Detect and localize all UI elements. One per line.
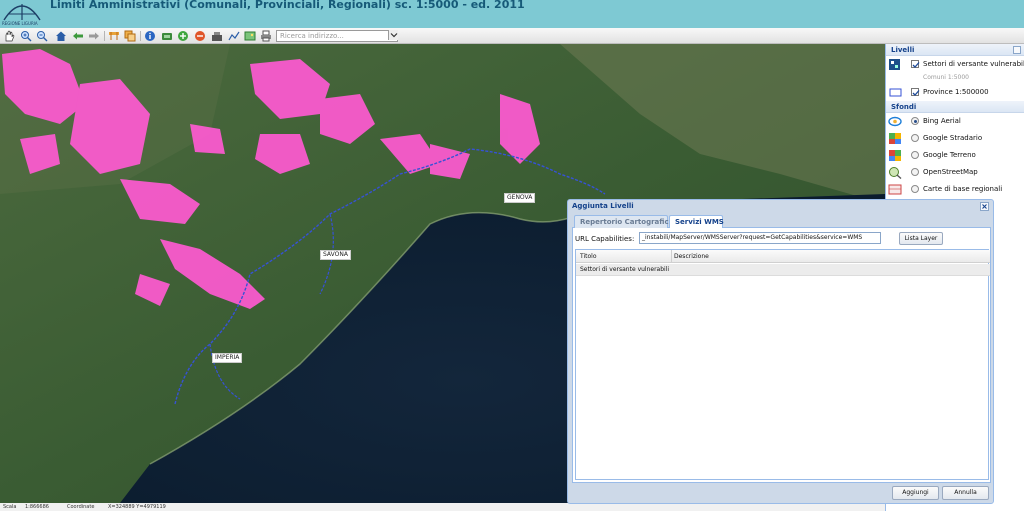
app-header: REGIONE LIGURIA Limiti Amministrativi (C… [0, 0, 1024, 28]
table-row[interactable]: Settori di versante vulnerabili [576, 264, 990, 276]
google-maps-icon [888, 132, 902, 145]
measure-icon[interactable] [108, 30, 120, 42]
back-arrow-icon[interactable] [72, 30, 84, 42]
pan-hand-icon[interactable] [3, 30, 15, 42]
layer-item-disabled: Comuni 1:5000 [886, 73, 1024, 84]
cancel-button[interactable]: Annulla [942, 486, 989, 500]
layer-label: Province 1:500000 [923, 88, 989, 96]
polygon-layer-icon [888, 86, 902, 99]
city-label-imperia: IMPERIA [212, 353, 243, 363]
add-layers-dialog: Aggiunta Livelli Repertorio Cartografico… [567, 199, 994, 504]
regione-liguria-logo: REGIONE LIGURIA [0, 0, 44, 28]
tab-repertorio-cartografico[interactable]: Repertorio Cartografico [574, 215, 673, 228]
scale-value: 1:866686 [25, 504, 49, 510]
background-label: Google Terreno [923, 151, 976, 159]
dialog-title: Aggiunta Livelli [572, 202, 634, 210]
forward-arrow-icon[interactable] [88, 30, 100, 42]
background-item[interactable]: Bing Aerial [886, 113, 1024, 130]
background-label: Bing Aerial [923, 117, 961, 125]
zoom-out-icon[interactable] [36, 30, 48, 42]
background-radio[interactable] [911, 134, 919, 142]
toolbar-separator [104, 31, 105, 41]
url-capabilities-input[interactable]: _instabili/MapServer/WMSServer?request=G… [639, 232, 881, 244]
grid-header: Titolo Descrizione [576, 250, 990, 263]
graph-icon[interactable] [228, 30, 240, 42]
logo-caption: REGIONE LIGURIA [2, 21, 38, 26]
list-layers-button[interactable]: Lista Layer [899, 232, 943, 245]
layers-icon[interactable] [124, 30, 136, 42]
image-icon[interactable] [244, 30, 256, 42]
layer-item[interactable]: Province 1:500000 [886, 84, 1024, 101]
layer-checkbox[interactable] [911, 60, 920, 68]
background-label: OpenStreetMap [923, 168, 978, 176]
url-capabilities-label: URL Capabilities: [575, 235, 635, 243]
background-label: Google Stradario [923, 134, 983, 142]
background-radio[interactable] [911, 151, 919, 159]
page-title: Limiti Amministrativi (Comunali, Provinc… [50, 0, 525, 11]
backgrounds-header: Sfondi [886, 101, 1024, 113]
background-radio[interactable] [911, 117, 919, 125]
layer-checkbox[interactable] [911, 88, 920, 96]
layers-header: Livelli [886, 44, 1024, 56]
layer-item[interactable]: Settori di versante vulnerabili [886, 56, 1024, 73]
city-label-genova: GENOVA [504, 193, 536, 203]
backgrounds-title: Sfondi [891, 103, 917, 111]
close-icon[interactable] [980, 202, 989, 211]
bing-icon [888, 115, 902, 128]
tab-servizi-wms[interactable]: Servizi WMS [669, 215, 724, 229]
print-preview-icon[interactable] [161, 30, 173, 42]
home-icon[interactable] [55, 30, 67, 42]
printer-icon[interactable] [260, 30, 272, 42]
map-toolbar: Ricerca indirizzo... [0, 28, 1024, 44]
dialog-tabs: Repertorio Cartografico Servizi WMS [572, 213, 991, 229]
background-item[interactable]: Google Stradario [886, 130, 1024, 147]
city-label-savona: SAVONA [320, 250, 351, 260]
background-item[interactable]: OpenStreetMap [886, 164, 1024, 181]
regional-map-icon [888, 183, 902, 196]
osm-icon [888, 166, 902, 179]
tools-icon[interactable] [211, 30, 223, 42]
google-terrain-icon [888, 149, 902, 162]
info-icon[interactable] [144, 30, 156, 42]
wms-tab-panel: URL Capabilities: _instabili/MapServer/W… [572, 228, 991, 483]
collapse-icon[interactable] [1013, 46, 1021, 54]
chevron-down-icon[interactable] [388, 30, 398, 40]
background-item[interactable]: Google Terreno [886, 147, 1024, 164]
background-label: Carte di base regionali [923, 185, 1003, 193]
zoom-in-icon[interactable] [20, 30, 32, 42]
column-header-titolo[interactable]: Titolo [580, 253, 597, 260]
layers-title: Livelli [891, 46, 915, 54]
address-search-input[interactable]: Ricerca indirizzo... [276, 30, 398, 42]
scale-label: Scala [3, 504, 17, 510]
coordinate-label: Coordinate [67, 504, 95, 510]
coordinate-value: X=324889 Y=4979119 [108, 504, 166, 510]
layer-label: Settori di versante vulnerabili [923, 60, 1024, 68]
wms-layer-icon [888, 58, 902, 71]
background-radio[interactable] [911, 185, 919, 193]
layers-grid: Titolo Descrizione Settori di versante v… [575, 249, 990, 480]
background-radio[interactable] [911, 168, 919, 176]
column-divider [671, 250, 672, 263]
add-layer-icon[interactable] [177, 30, 189, 42]
remove-layer-icon[interactable] [194, 30, 206, 42]
background-item[interactable]: Carte di base regionali [886, 181, 1024, 198]
toolbar-separator [140, 31, 141, 41]
status-bar: Scala 1:866686 Coordinate X=324889 Y=497… [0, 503, 885, 511]
row-title: Settori di versante vulnerabili [580, 266, 670, 273]
layer-label: Comuni 1:5000 [923, 74, 969, 81]
add-button[interactable]: Aggiungi [892, 486, 939, 500]
column-header-descrizione[interactable]: Descrizione [674, 253, 709, 260]
